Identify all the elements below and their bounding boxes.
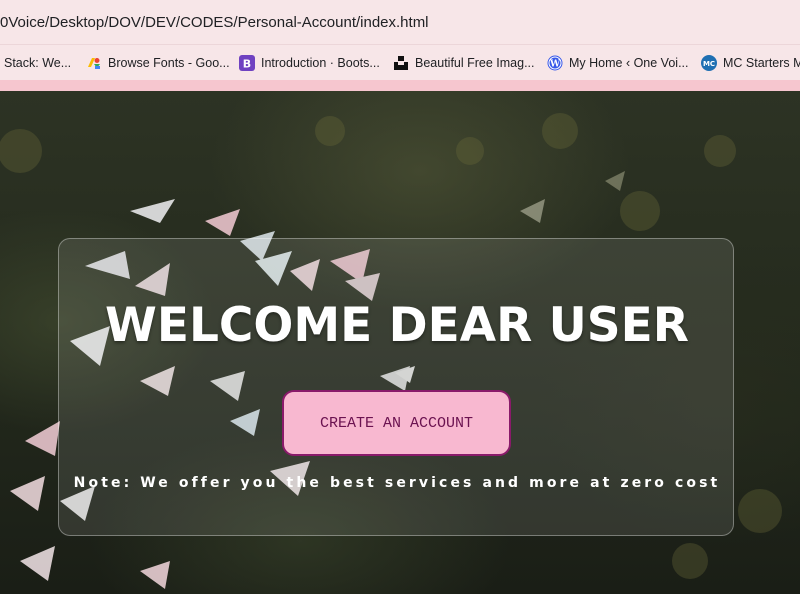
page-title: WELCOME DEAR USER (105, 298, 689, 353)
url-text[interactable]: 0Voice/Desktop/DOV/DEV/CODES/Personal-Ac… (0, 14, 429, 31)
create-account-button[interactable]: CREATE AN ACCOUNT (282, 390, 511, 456)
mc-icon: MC (701, 55, 717, 71)
hero-section: WELCOME DEAR USER CREATE AN ACCOUNT Note… (0, 91, 800, 594)
bookmark-bootstrap[interactable]: B Introduction · Boots... (239, 53, 380, 73)
svg-text:W: W (549, 60, 561, 70)
bookmark-label: My Home ‹ One Voi... (569, 56, 689, 70)
wordpress-icon: W (547, 55, 563, 71)
bootstrap-icon: B (239, 55, 255, 71)
svg-text:B: B (243, 58, 251, 71)
bookmark-label: Stack: We... (4, 56, 72, 70)
bookmark-stack[interactable]: Stack: We... (4, 53, 71, 73)
bookmark-label: MC Starters Ma (723, 56, 800, 70)
bookmark-browse-fonts[interactable]: Browse Fonts - Goo... (86, 53, 230, 73)
bookmark-label: Browse Fonts - Goo... (108, 56, 230, 70)
page-top-strip (0, 80, 800, 91)
note-text: Note: We offer you the best services and… (73, 475, 721, 491)
unsplash-icon (394, 56, 408, 70)
bookmark-mc-starters[interactable]: MC MC Starters Ma (701, 53, 800, 73)
bookmark-label: Beautiful Free Imag... (415, 56, 535, 70)
bookmark-my-home[interactable]: W My Home ‹ One Voi... (547, 53, 688, 73)
bookmark-unsplash[interactable]: Beautiful Free Imag... (393, 53, 535, 73)
bookmark-label: Introduction · Boots... (261, 56, 380, 70)
bookmarks-bar: Stack: We... Browse Fonts - Goo... B Int… (0, 44, 800, 80)
address-bar[interactable]: 0Voice/Desktop/DOV/DEV/CODES/Personal-Ac… (0, 0, 800, 44)
svg-text:MC: MC (703, 60, 715, 68)
google-fonts-icon (88, 58, 100, 69)
welcome-card: WELCOME DEAR USER CREATE AN ACCOUNT Note… (58, 238, 734, 536)
